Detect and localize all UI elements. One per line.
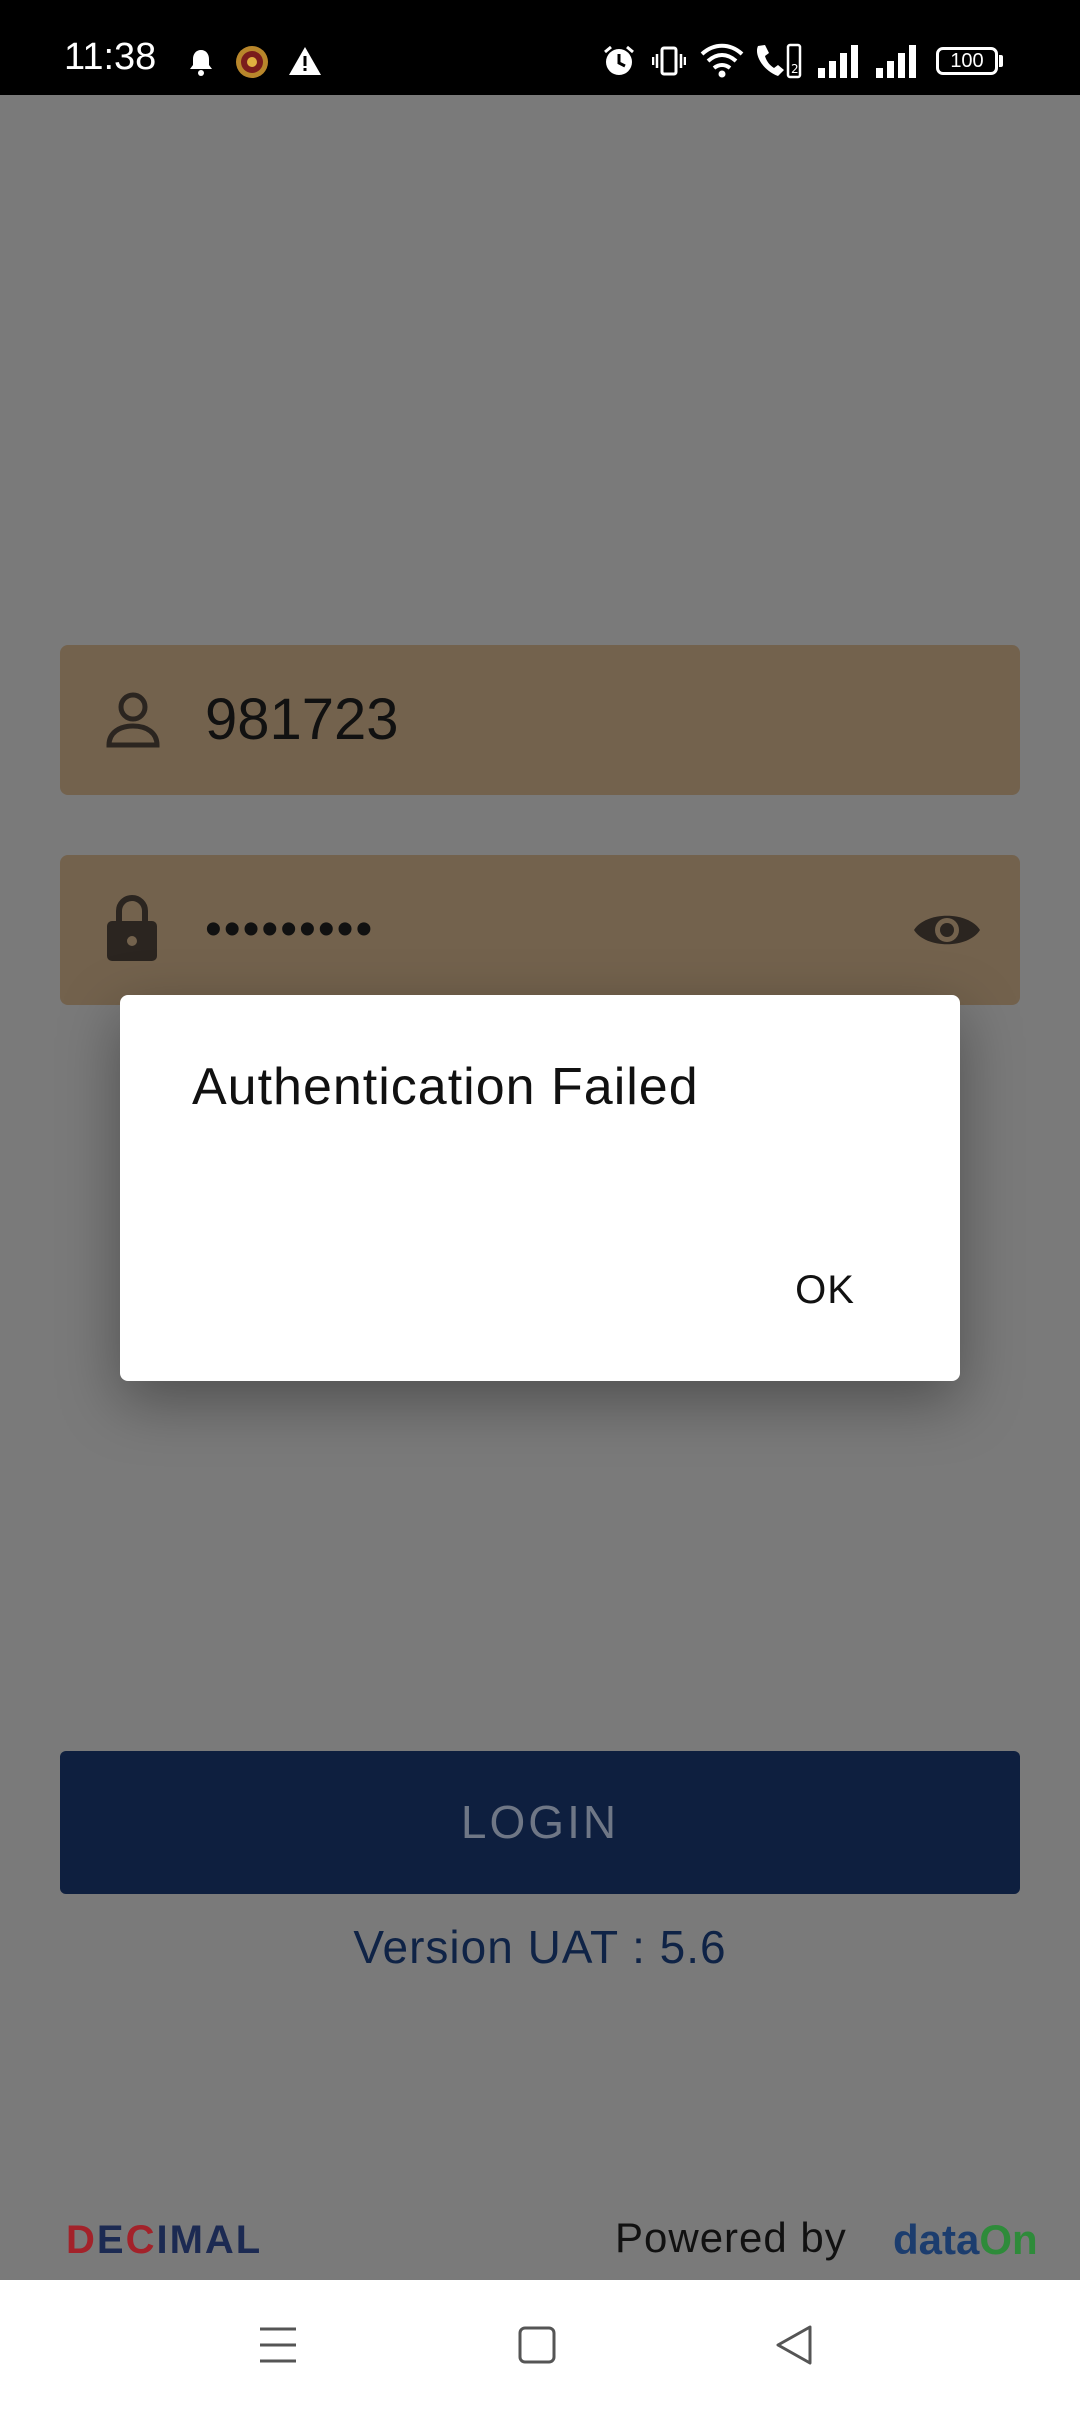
powered-by-text: Powered by (615, 2214, 847, 2261)
decimal-logo-rest: IMAL (156, 2218, 263, 2262)
username-field[interactable]: 981723 (60, 645, 1020, 795)
password-value: ••••••••• (205, 903, 375, 956)
battery-nub (999, 55, 1003, 67)
ok-button[interactable]: OK (760, 1250, 890, 1330)
dataon-logo-data: data (893, 2216, 980, 2263)
app-badge-icon (236, 46, 268, 78)
vibrate-icon (652, 46, 686, 76)
decimal-logo-e: E (96, 2218, 126, 2262)
home-icon[interactable] (492, 2310, 582, 2380)
status-time: 11:38 (64, 36, 157, 78)
version-text: Version UAT : 5.6 (353, 1921, 727, 1973)
status-bar: 11:38 2 100 (0, 0, 1080, 95)
wifi-calling-icon: 2 (756, 43, 802, 79)
menu-icon[interactable] (233, 2310, 323, 2380)
signal-1-icon (818, 45, 858, 78)
person-icon (106, 692, 160, 748)
svg-text:2: 2 (791, 62, 799, 76)
dataon-logo: dataOn (893, 2216, 1038, 2264)
decimal-logo: DECIMAL (66, 2218, 262, 2263)
warning-icon (289, 47, 321, 75)
password-field[interactable]: ••••••••• (60, 855, 1020, 1005)
alarm-icon (604, 45, 634, 75)
dataon-logo-on: On (979, 2216, 1038, 2263)
wifi-icon (700, 43, 744, 78)
eye-icon[interactable] (912, 905, 982, 955)
back-icon[interactable] (750, 2310, 840, 2380)
decimal-logo-c: C (125, 2218, 157, 2262)
auth-failed-dialog: Authentication Failed OK (120, 995, 960, 1381)
signal-2-icon (876, 45, 916, 78)
username-value: 981723 (205, 687, 399, 752)
lock-icon (107, 895, 157, 961)
battery-icon: 100 (936, 47, 998, 75)
navigation-bar (0, 2280, 1080, 2412)
dialog-title: Authentication Failed (192, 1058, 699, 1116)
login-button[interactable]: LOGIN (60, 1751, 1020, 1894)
decimal-logo-d: D (66, 2218, 97, 2262)
notification-bell-icon (190, 50, 212, 76)
